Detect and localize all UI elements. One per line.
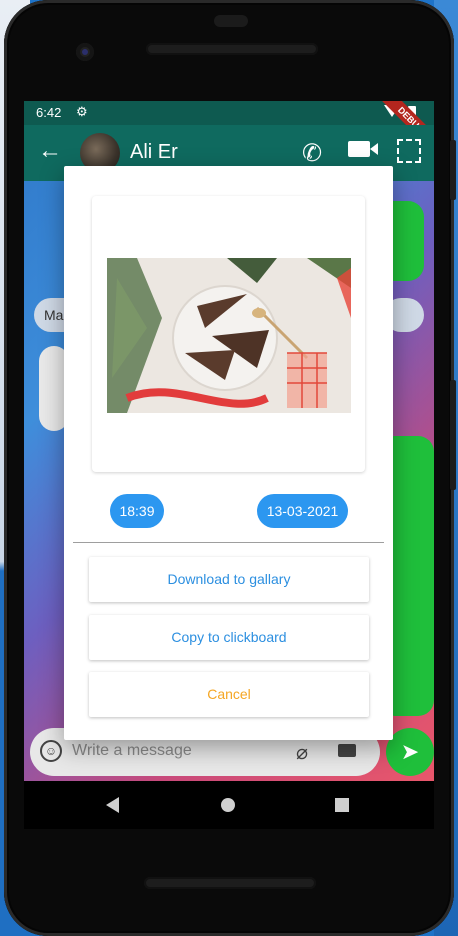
- nav-back-icon[interactable]: [106, 797, 119, 813]
- status-time: 6:42: [36, 105, 62, 120]
- nav-home-icon[interactable]: [221, 798, 235, 812]
- food-photo-illustration: [107, 258, 351, 413]
- date-chip: 13-03-2021: [257, 494, 348, 528]
- arrow-left-icon[interactable]: ←: [38, 139, 62, 163]
- image-card: [92, 196, 365, 472]
- speaker-grille-bottom: [144, 877, 316, 889]
- cancel-button[interactable]: Cancel: [89, 672, 369, 717]
- speaker-grille-top: [146, 43, 318, 55]
- divider: [73, 542, 384, 543]
- food-photo: [107, 258, 351, 413]
- emoji-icon[interactable]: ☺: [40, 740, 62, 762]
- copy-to-clipboard-button[interactable]: Copy to clickboard: [89, 615, 369, 660]
- settings-gear-icon: ⚙: [76, 104, 88, 119]
- phone-icon[interactable]: ✆: [302, 139, 322, 168]
- power-button[interactable]: [450, 140, 456, 200]
- chat-title[interactable]: Ali Er: [130, 141, 178, 164]
- select-icon[interactable]: [397, 139, 421, 163]
- status-bar: 6:42 ⚙: [24, 101, 434, 125]
- send-icon[interactable]: ➤: [386, 728, 434, 776]
- camera-icon[interactable]: [338, 744, 356, 757]
- image-options-dialog: 18:39 13-03-2021 Download to gallary Cop…: [64, 166, 393, 740]
- volume-button[interactable]: [450, 380, 456, 490]
- time-chip: 18:39: [110, 494, 164, 528]
- message-input[interactable]: Write a message: [72, 742, 192, 760]
- front-camera: [76, 43, 94, 61]
- system-nav-bar: [24, 781, 434, 829]
- video-camera-icon[interactable]: [348, 141, 378, 157]
- paperclip-icon[interactable]: ⌀: [296, 740, 308, 765]
- nav-recents-icon[interactable]: [335, 798, 349, 812]
- earpiece: [214, 15, 248, 27]
- download-to-gallery-button[interactable]: Download to gallary: [89, 557, 369, 602]
